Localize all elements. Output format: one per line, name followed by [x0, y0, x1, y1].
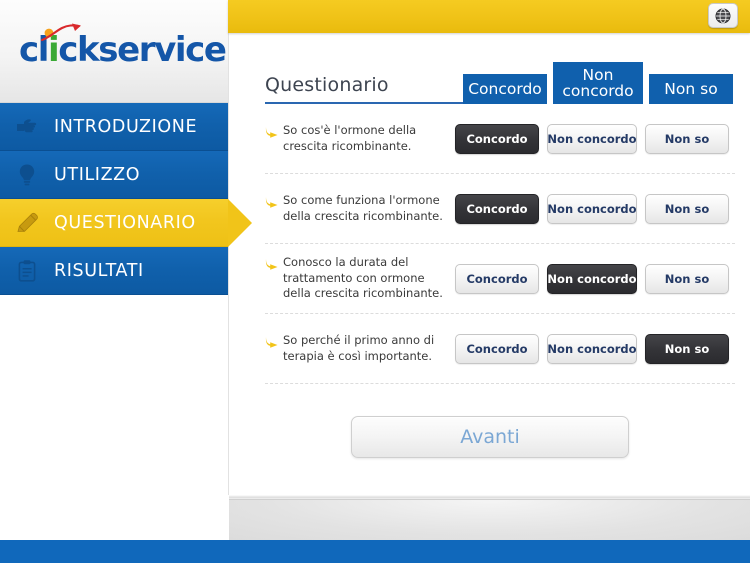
clickservice-logo: clickservice: [19, 30, 227, 70]
sidebar-item-label: QUESTIONARIO: [54, 212, 196, 233]
sidebar-item-risultati[interactable]: RISULTATI: [0, 247, 228, 295]
question-options: Concordo Non concordo Non so: [455, 333, 729, 364]
logo-text-green-i: i: [48, 30, 60, 70]
question-text-wrap: So perché il primo anno di terapia è cos…: [265, 333, 455, 365]
option-non-concordo[interactable]: Non concordo: [547, 123, 637, 154]
questionnaire-header: Questionario Concordo Non concordo Non s…: [265, 47, 741, 104]
column-header-non-so[interactable]: Non so: [649, 74, 733, 104]
question-text: So perché il primo anno di terapia è cos…: [283, 332, 435, 363]
arrow-bullet-icon: [265, 125, 283, 143]
option-concordo[interactable]: Concordo: [455, 193, 539, 224]
table-row: So cos'è l'ormone della crescita ricombi…: [265, 104, 735, 174]
avanti-button[interactable]: Avanti: [351, 416, 629, 458]
app-window: clickservice INTRODUZIONE UTILIZZO QUEST…: [0, 0, 750, 563]
panel-bottom-edge: [229, 495, 750, 499]
content-panel: Questionario Concordo Non concordo Non s…: [228, 33, 750, 495]
question-text-wrap: So cos'è l'ormone della crescita ricombi…: [265, 123, 455, 155]
bottom-shelf: [229, 499, 750, 540]
question-text: Conosco la durata del trattamento con or…: [283, 254, 443, 301]
sidebar-item-label: UTILIZZO: [54, 164, 141, 185]
sidebar-item-label: INTRODUZIONE: [54, 116, 198, 137]
sidebar-item-label: RISULTATI: [54, 260, 144, 281]
pencil-icon: [0, 210, 54, 236]
sidebar: clickservice INTRODUZIONE UTILIZZO QUEST…: [0, 0, 252, 540]
logo-text-part1: cl: [19, 30, 49, 70]
globe-button[interactable]: [708, 3, 738, 28]
sidebar-item-questionario[interactable]: QUESTIONARIO: [0, 199, 252, 247]
question-text: So cos'è l'ormone della crescita ricombi…: [283, 122, 417, 153]
sidebar-item-utilizzo[interactable]: UTILIZZO: [0, 151, 228, 199]
top-yellow-bar: [228, 0, 750, 33]
option-non-concordo[interactable]: Non concordo: [547, 333, 637, 364]
page-title: Questionario: [265, 74, 389, 96]
question-options: Concordo Non concordo Non so: [455, 263, 729, 294]
question-text-wrap: Conosco la durata del trattamento con or…: [265, 255, 455, 303]
question-options: Concordo Non concordo Non so: [455, 123, 729, 154]
option-concordo[interactable]: Concordo: [455, 263, 539, 294]
logo-area: clickservice: [0, 0, 228, 103]
question-text-wrap: So come funziona l'ormone della crescita…: [265, 193, 455, 225]
arrow-bullet-icon: [265, 195, 283, 213]
questionnaire-panel: Questionario Concordo Non concordo Non s…: [229, 33, 750, 495]
globe-icon: [715, 8, 731, 23]
option-non-so[interactable]: Non so: [645, 193, 729, 224]
question-list: So cos'è l'ormone della crescita ricombi…: [265, 104, 735, 384]
bottom-blue-bar: [0, 540, 750, 563]
lightbulb-icon: [0, 163, 54, 187]
pointing-hand-icon: [0, 116, 54, 138]
option-non-concordo[interactable]: Non concordo: [547, 263, 637, 294]
option-non-so[interactable]: Non so: [645, 263, 729, 294]
column-header-non-concordo[interactable]: Non concordo: [553, 62, 643, 104]
sidebar-item-introduzione[interactable]: INTRODUZIONE: [0, 103, 228, 151]
option-non-so[interactable]: Non so: [645, 123, 729, 154]
table-row: So perché il primo anno di terapia è cos…: [265, 314, 735, 384]
arrow-bullet-icon: [265, 257, 283, 275]
table-row: Conosco la durata del trattamento con or…: [265, 244, 735, 314]
column-header-concordo[interactable]: Concordo: [463, 74, 547, 104]
arrow-bullet-icon: [265, 335, 283, 353]
option-non-so[interactable]: Non so: [645, 333, 729, 364]
table-row: So come funziona l'ormone della crescita…: [265, 174, 735, 244]
clipboard-icon: [0, 259, 54, 283]
sidebar-empty-space: [0, 295, 228, 539]
option-concordo[interactable]: Concordo: [455, 333, 539, 364]
next-button-wrap: Avanti: [229, 416, 750, 458]
question-options: Concordo Non concordo Non so: [455, 193, 729, 224]
question-text: So come funziona l'ormone della crescita…: [283, 192, 443, 223]
option-concordo[interactable]: Concordo: [455, 123, 539, 154]
logo-text-part2: ckservice: [58, 30, 227, 70]
option-non-concordo[interactable]: Non concordo: [547, 193, 637, 224]
